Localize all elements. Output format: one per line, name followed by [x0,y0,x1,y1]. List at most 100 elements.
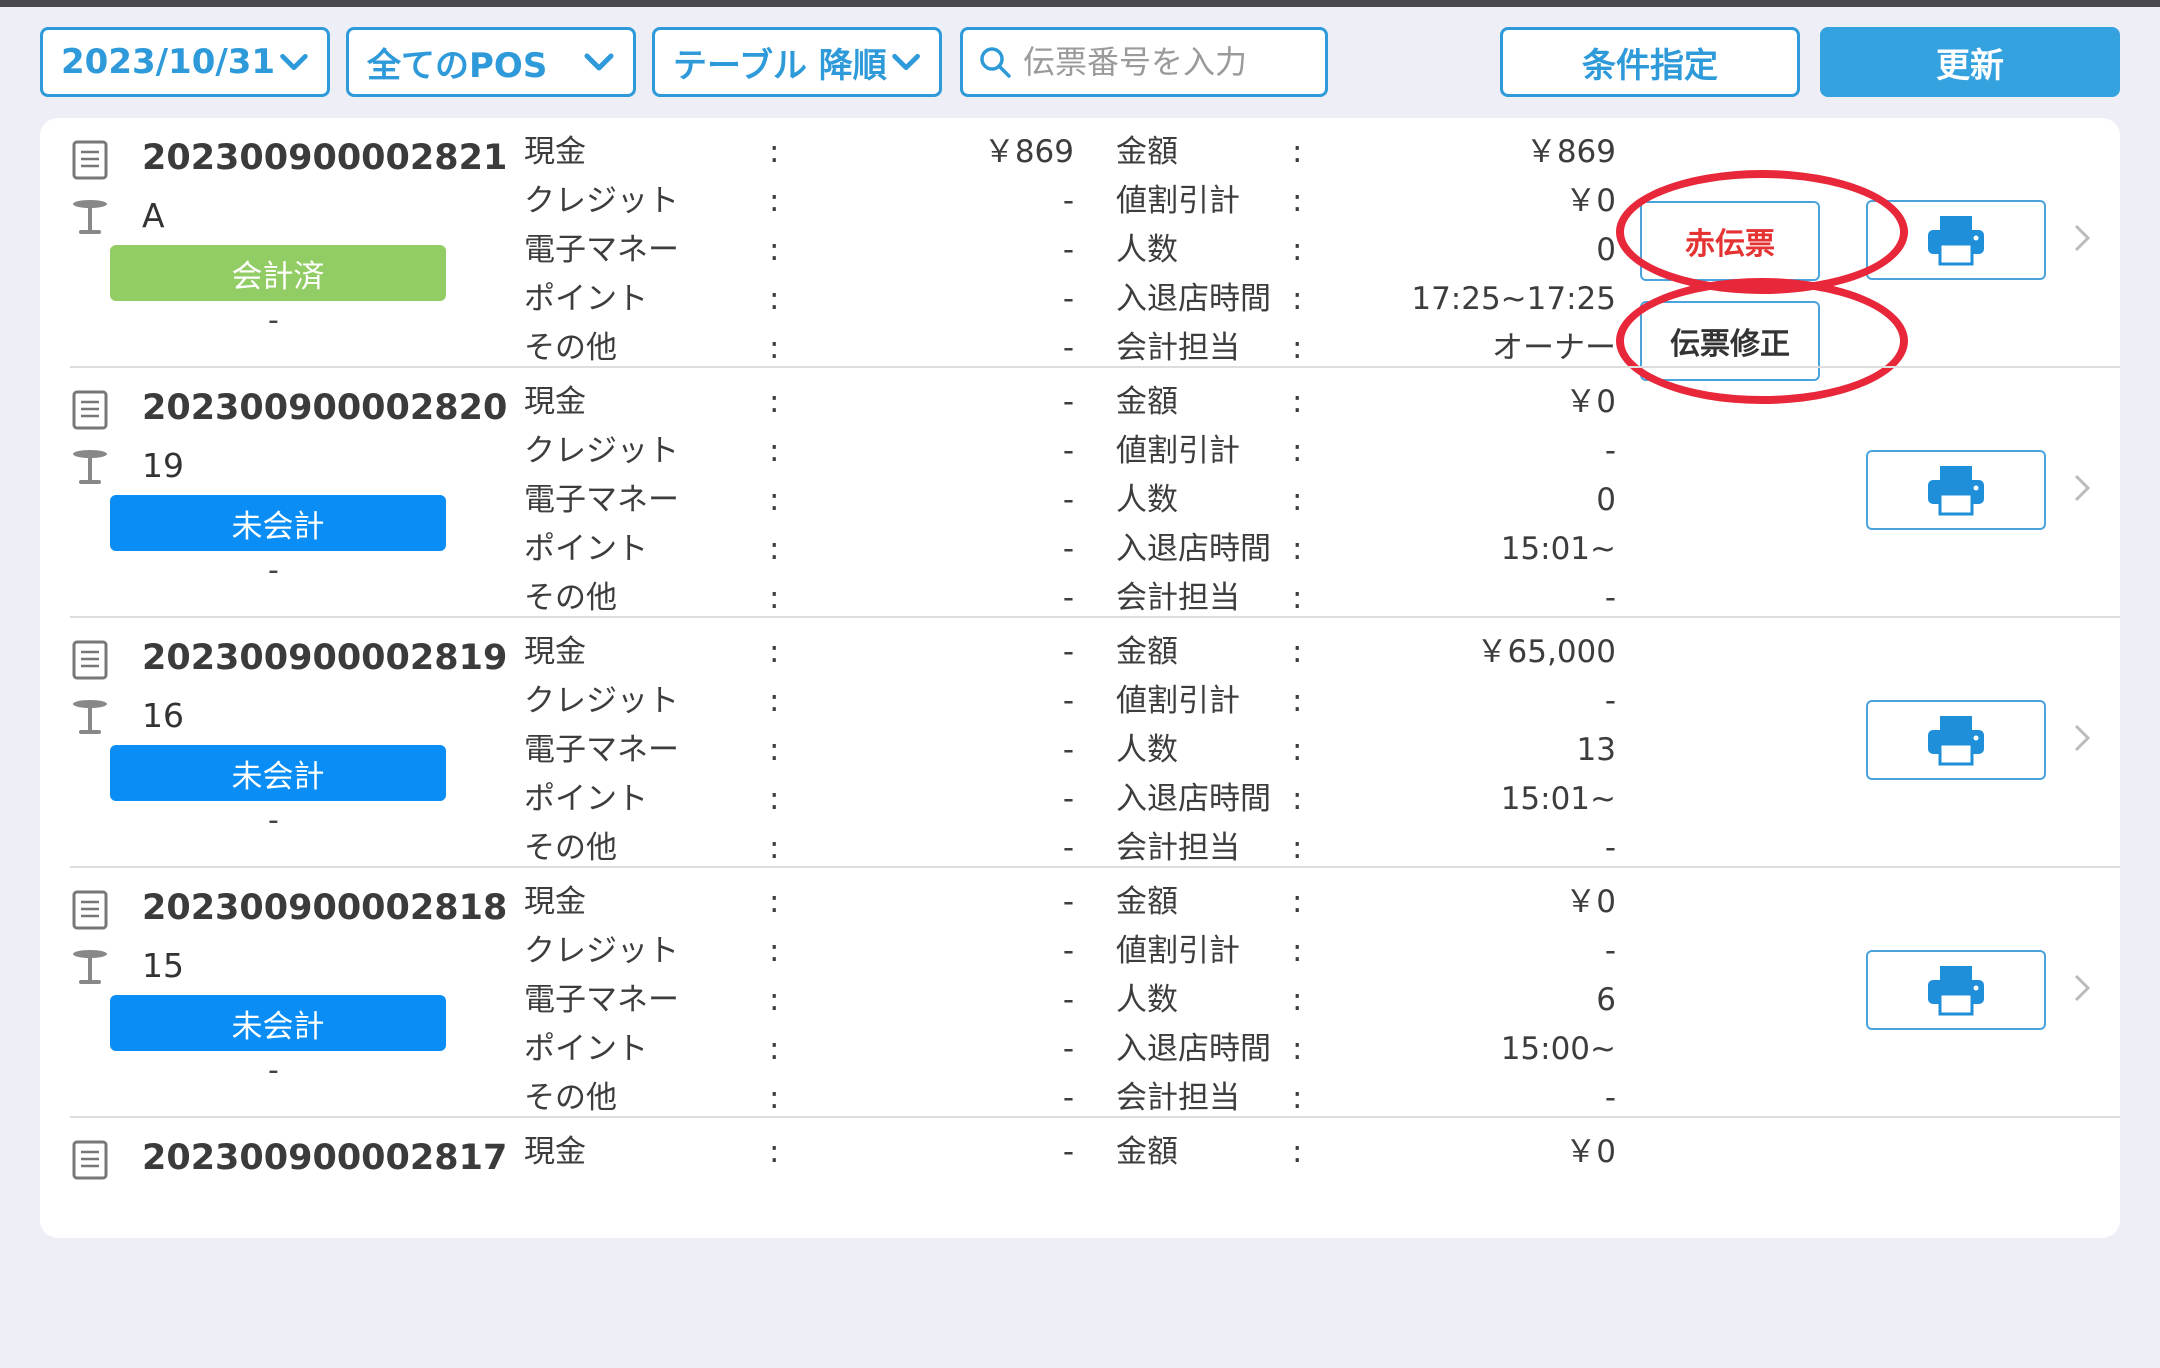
red-slip-button[interactable]: 赤伝票 [1640,201,1820,281]
conditions-label: 条件指定 [1582,45,1718,86]
search-box[interactable] [960,27,1328,97]
table-number: A [142,196,165,235]
printer-icon [1928,216,1984,266]
amount-value: ￥0 [1565,384,1616,420]
cash-value: - [1062,384,1074,420]
credit-value: - [1062,183,1074,219]
slip-number: 202300900002821 [142,138,508,178]
colon: : [1292,482,1303,518]
slip-row[interactable]: 202300900002817 現金: - 金額: ￥0 [70,1118,2120,1368]
search-input[interactable] [1021,42,1305,82]
point-value: - [1062,281,1074,317]
people-value: 0 [1596,232,1616,268]
summary-column: 金額: ￥869 値割引計: ￥0 人数:0 入退店時間:17:25~17:25 会… [1116,128,1616,373]
colon: : [1292,531,1303,567]
discount-value: ￥0 [1565,183,1616,219]
point-label: ポイント [524,781,648,817]
print-button[interactable] [1866,950,2046,1030]
print-button[interactable] [1866,700,2046,780]
amount-value: ￥0 [1565,884,1616,920]
payment-column: 現金: - [524,1128,1074,1177]
table-number: 19 [142,446,184,485]
colon: : [769,982,780,1018]
colon: : [769,232,780,268]
document-icon [72,890,108,930]
cash-value: - [1062,884,1074,920]
amount-value: ￥0 [1565,1134,1616,1170]
colon: : [769,531,780,567]
colon: : [1292,781,1303,817]
amount-label: 金額 [1116,384,1178,420]
status-sub: - [268,553,279,588]
status-sub: - [268,803,279,838]
print-button[interactable] [1866,450,2046,530]
slip-row[interactable]: 202300900002821 A 会計済 - 現金: ￥869 クレジット: - … [70,118,2120,404]
cash-value: - [1062,634,1074,670]
discount-label: 値割引計 [1116,433,1240,469]
emoney-label: 電子マネー [524,982,679,1018]
sort-dropdown[interactable]: テーブル 降順 [652,27,942,97]
point-value: - [1062,531,1074,567]
conditions-button[interactable]: 条件指定 [1500,27,1800,97]
edit-slip-label: 伝票修正 [1670,327,1790,362]
print-button[interactable] [1866,200,2046,280]
chevron-down-icon [584,53,614,71]
chevron-right-icon[interactable] [2070,718,2094,758]
slip-row[interactable]: 202300900002820 19 未会計 - 現金: - クレジット: - 電子… [70,368,2120,618]
summary-column: 金額: ￥65,000 値割引計: - 人数:13 入退店時間:15:01~ 会計担… [1116,628,1616,873]
document-icon [72,640,108,680]
discount-value: - [1604,433,1616,469]
status-badge: 未会計 [110,745,446,801]
red-slip-label: 赤伝票 [1685,227,1775,262]
discount-value: - [1604,933,1616,969]
status-sub: - [268,303,279,338]
status-badge: 未会計 [110,995,446,1051]
colon: : [769,732,780,768]
colon: : [769,1031,780,1067]
colon: : [1292,384,1303,420]
colon: : [769,781,780,817]
cash-label: 現金 [524,884,586,920]
chevron-down-icon [280,53,308,71]
table-icon [73,950,107,984]
discount-label: 値割引計 [1116,683,1240,719]
emoney-value: - [1062,982,1074,1018]
time-value: 17:25~17:25 [1411,281,1616,317]
top-bar [0,0,2160,7]
slip-number: 202300900002820 [142,388,508,428]
pos-dropdown[interactable]: 全てのPOS [346,27,636,97]
credit-label: クレジット [524,683,679,719]
colon: : [769,281,780,317]
time-value: 15:01~ [1500,531,1616,567]
time-label: 入退店時間 [1116,781,1271,817]
chevron-right-icon[interactable] [2070,968,2094,1008]
point-value: - [1062,1031,1074,1067]
slip-row[interactable]: 202300900002818 15 未会計 - 現金: - クレジット: - 電子… [70,868,2120,1118]
point-label: ポイント [524,281,648,317]
point-value: - [1062,781,1074,817]
payment-column: 現金: ￥869 クレジット: - 電子マネー: - ポイント: - その他: - [524,128,1074,373]
refresh-button[interactable]: 更新 [1820,27,2120,97]
chevron-right-icon[interactable] [2070,468,2094,508]
colon: : [1292,232,1303,268]
emoney-label: 電子マネー [524,482,679,518]
table-icon [73,200,107,234]
sort-label: テーブル 降順 [673,45,887,86]
summary-column: 金額: ￥0 値割引計: - 人数:6 入退店時間:15:00~ 会計担当: - [1116,878,1616,1123]
summary-column: 金額: ￥0 [1116,1128,1616,1177]
chevron-right-icon[interactable] [2070,218,2094,258]
people-label: 人数 [1116,482,1178,518]
credit-label: クレジット [524,933,679,969]
table-number: 16 [142,696,184,735]
date-dropdown[interactable]: 2023/10/31 [40,27,330,97]
status-sub: - [268,1053,279,1088]
printer-icon [1928,966,1984,1016]
pos-label: 全てのPOS [367,45,548,86]
emoney-label: 電子マネー [524,732,679,768]
payment-column: 現金: - クレジット: - 電子マネー: - ポイント: - その他: - [524,628,1074,873]
time-label: 入退店時間 [1116,1031,1271,1067]
people-value: 6 [1596,982,1616,1018]
slip-number: 202300900002818 [142,888,508,928]
date-label: 2023/10/31 [61,42,276,82]
slip-row[interactable]: 202300900002819 16 未会計 - 現金: - クレジット: - 電子… [70,618,2120,868]
